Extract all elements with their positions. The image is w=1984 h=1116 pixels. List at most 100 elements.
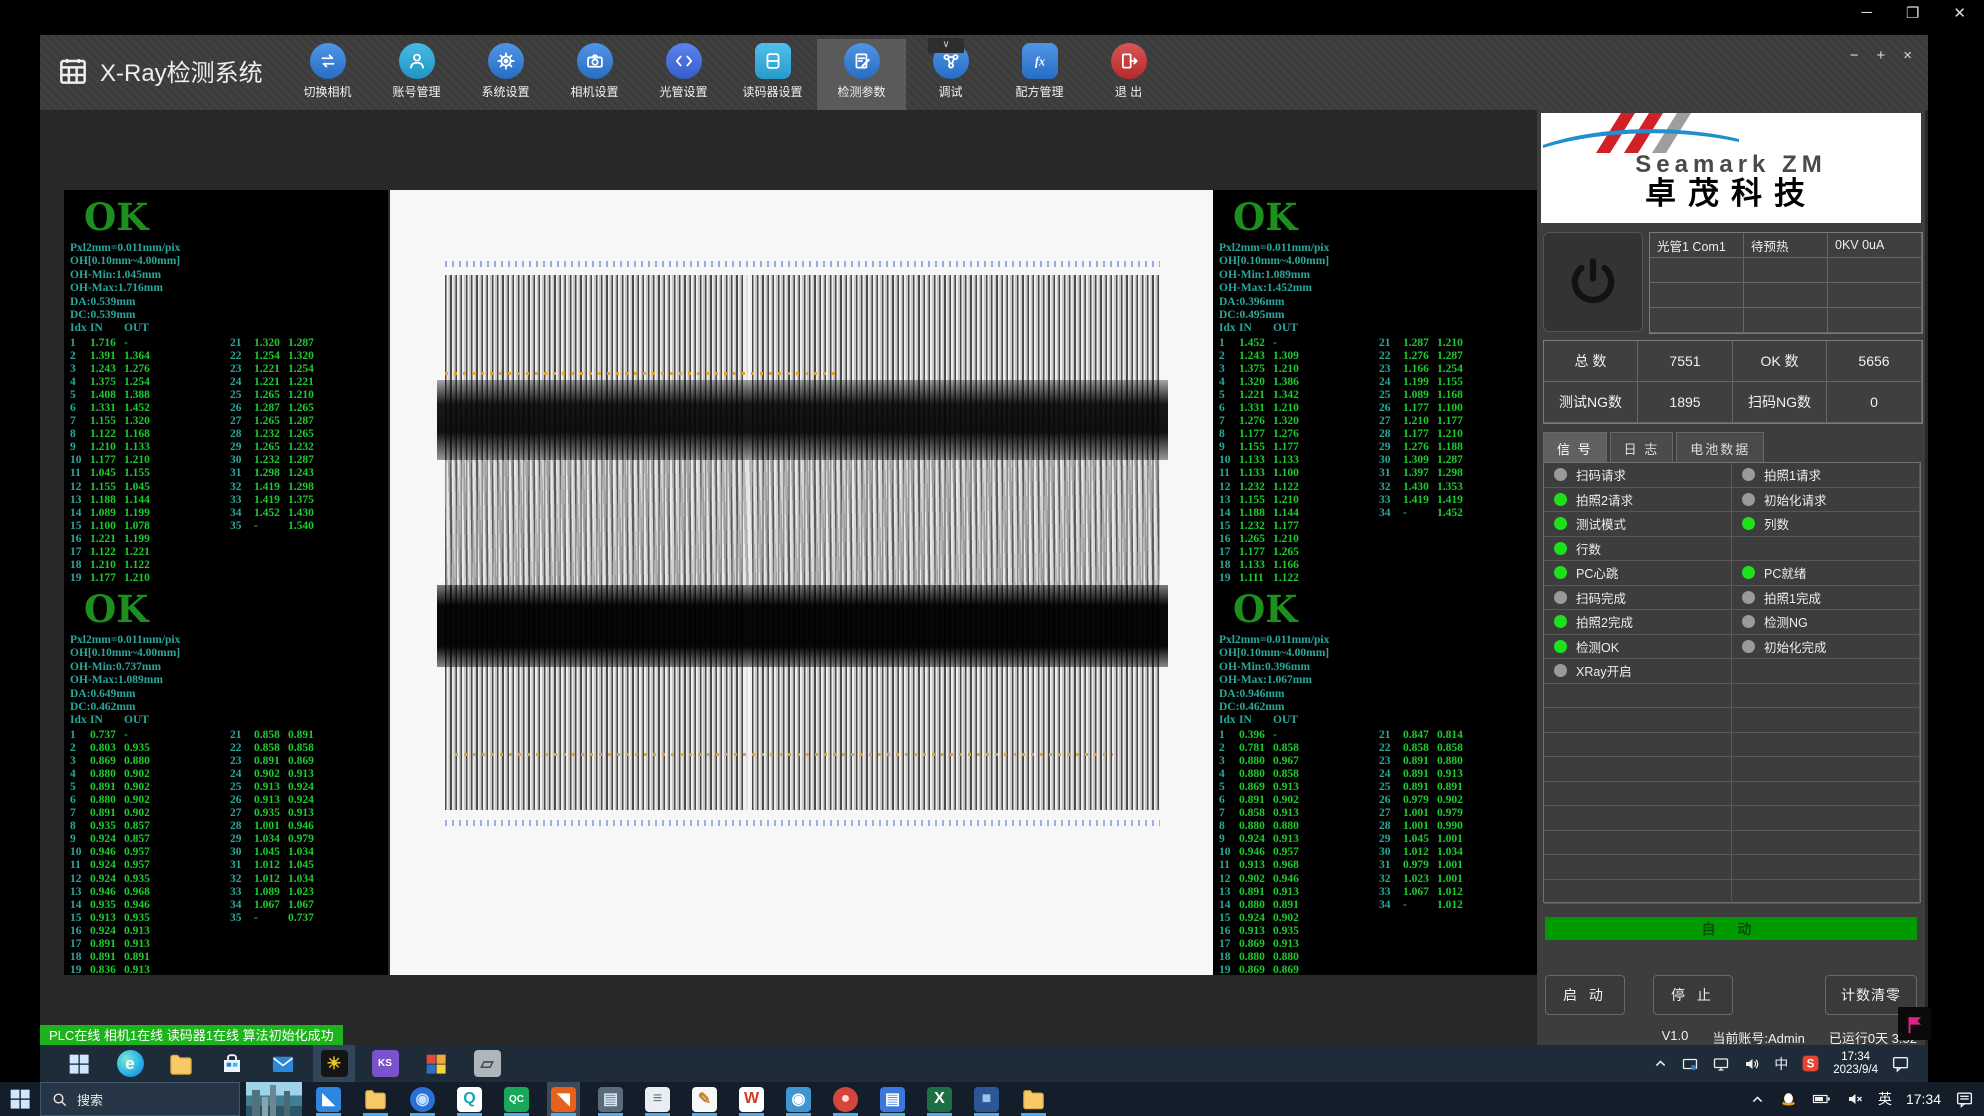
remote-screen: X-Ray检测系统 切换相机账号管理系统设置相机设置光管设置读码器设置检测参数调… [40, 35, 1928, 1082]
row-in-value: 0.902 [254, 768, 288, 781]
start-button[interactable] [58, 1045, 100, 1082]
pigeon-app-icon[interactable]: ◣ [312, 1082, 345, 1116]
tray-chevron-up-icon[interactable] [1653, 1056, 1668, 1071]
qq-icon[interactable] [1779, 1090, 1798, 1109]
excel-icon[interactable]: X [923, 1082, 956, 1116]
xray-power-button[interactable] [1543, 232, 1643, 332]
app-close-button[interactable]: × [1903, 47, 1912, 64]
auto-mode-banner: 自 动 [1545, 917, 1917, 940]
camera-icon [577, 43, 613, 79]
input-method-flag[interactable] [1898, 1007, 1931, 1040]
toolbar-item-tube-settings[interactable]: 光管设置 [639, 39, 728, 110]
tab-battery-data[interactable]: 电池数据 [1676, 432, 1764, 464]
news-weather-widget[interactable] [246, 1082, 302, 1116]
seamark-app-icon[interactable]: ◥ [547, 1082, 580, 1116]
toolbar-item-account[interactable]: 账号管理 [372, 39, 461, 110]
outer-minimize-button[interactable]: ─ [1861, 4, 1872, 22]
row-in-value: 1.243 [1239, 350, 1273, 363]
toolbar-item-recipe[interactable]: fx配方管理 [995, 39, 1084, 110]
viewer-eye-icon[interactable]: ◉ [782, 1082, 815, 1116]
outer-maximize-button[interactable]: ❐ [1906, 4, 1919, 22]
outer-clock-time[interactable]: 17:34 [1906, 1091, 1941, 1107]
measurement-row: 161.2651.210 [1219, 533, 1540, 546]
right-bottom-result-block: OKPxl2mm=0.011mm/pixOH[0.10mm~4.00mm]OH-… [1213, 582, 1540, 974]
row-in-value: 1.155 [1239, 441, 1273, 454]
signal-led [1742, 640, 1755, 653]
touch-keyboard-icon[interactable] [1681, 1055, 1699, 1073]
monitor-chart-icon[interactable]: ▤ [594, 1082, 627, 1116]
toolbar-item-label: 系统设置 [481, 83, 529, 100]
blue-ball-app-icon[interactable]: ◉ [406, 1082, 439, 1116]
battery-icon[interactable] [1812, 1090, 1832, 1108]
grinder-app-icon-glyph: ☀ [321, 1050, 348, 1077]
start-button[interactable]: 启 动 [1545, 975, 1625, 1015]
row-out-value: 0.913 [1273, 833, 1307, 846]
outer-close-button[interactable]: ✕ [1953, 4, 1966, 22]
viewer-app-icon[interactable]: ▱ [466, 1045, 508, 1082]
mail-icon[interactable] [262, 1045, 304, 1082]
row-in-value: 0.880 [90, 794, 124, 807]
row-out-value: 0.913 [288, 768, 322, 781]
tab-signal[interactable]: 信 号 [1543, 432, 1607, 464]
sogou-icon[interactable]: S [1801, 1054, 1820, 1073]
notepad-icon[interactable]: ≡ [641, 1082, 674, 1116]
ime-chinese-indicator[interactable]: 中 [1774, 1054, 1788, 1074]
outer-start-button[interactable] [8, 1087, 32, 1111]
xray-image-canvas[interactable] [390, 190, 1213, 975]
measurement-row: 150.9130.935 [70, 912, 388, 925]
toolbar-item-exit[interactable]: 退 出 [1084, 39, 1173, 110]
volume-icon[interactable] [1743, 1055, 1761, 1073]
tab-log[interactable]: 日 志 [1610, 432, 1674, 464]
blue-square-app-icon[interactable]: ■ [970, 1082, 1003, 1116]
toolbar-item-reader-settings[interactable]: 读码器设置 [728, 39, 817, 110]
ime-english-indicator[interactable]: 英 [1878, 1089, 1892, 1109]
stop-button[interactable]: 停 止 [1653, 975, 1733, 1015]
blue-ball-app-icon-glyph: ◉ [410, 1087, 435, 1112]
file-explorer-icon[interactable] [160, 1045, 202, 1082]
grinder-app-icon[interactable]: ☀ [313, 1045, 355, 1082]
measurement-row: 341.4521.430 [230, 507, 322, 520]
blue-square-app-icon-glyph: ■ [974, 1087, 999, 1112]
row-index: 35 [230, 912, 254, 925]
row-in-value: 1.452 [1239, 337, 1273, 350]
row-in-value: 0.924 [90, 925, 124, 938]
action-center-icon[interactable] [1891, 1054, 1910, 1073]
wps-writer-icon[interactable]: W [735, 1082, 768, 1116]
row-out-value: 1.320 [1273, 415, 1307, 428]
folder-icon[interactable] [359, 1082, 392, 1116]
outer-window-controls: ─ ❐ ✕ [1861, 4, 1966, 22]
toolbar-item-camera-settings[interactable]: 相机设置 [550, 39, 639, 110]
toolbar-dropdown-chevron[interactable]: ∨ [928, 38, 964, 53]
mute-icon[interactable] [1846, 1090, 1864, 1108]
logo-text-cn: 卓茂科技 [1541, 177, 1921, 211]
browser-ball-icon[interactable]: ● [829, 1082, 862, 1116]
stat-label: 测试NG数 [1544, 382, 1638, 423]
tray2-chevron-up-icon[interactable] [1750, 1092, 1765, 1107]
taskbar-search-box[interactable]: 搜索 [40, 1082, 240, 1116]
ks-office-icon[interactable]: KS [364, 1045, 406, 1082]
toolbar-item-inspect-params[interactable]: 检测参数 [817, 39, 906, 110]
edge-browser-icon[interactable]: e [109, 1045, 151, 1082]
signal-empty-cell [1544, 708, 1732, 733]
toolbar-item-switch-camera[interactable]: 切换相机 [283, 39, 372, 110]
quicker-app-icon[interactable]: Q [453, 1082, 486, 1116]
measurement-row: 101.1771.210 [70, 454, 388, 467]
display-icon[interactable] [1712, 1055, 1730, 1073]
row-index: 5 [1219, 781, 1239, 794]
notes-edit-icon[interactable]: ✎ [688, 1082, 721, 1116]
app-restore-button[interactable]: + [1876, 47, 1885, 64]
measurement-row: 231.1661.254 [1379, 363, 1471, 376]
qc-app-icon[interactable]: QC [500, 1082, 533, 1116]
inner-clock[interactable]: 17:34 2023/9/4 [1833, 1051, 1878, 1077]
doc-blue-icon[interactable]: ▤ [876, 1082, 909, 1116]
folder2-icon[interactable] [1017, 1082, 1050, 1116]
app-minimize-button[interactable]: − [1850, 47, 1859, 64]
rows-col-1-20: 10.737-20.8030.93530.8690.88040.8800.902… [70, 729, 388, 974]
tiles-app-icon[interactable] [415, 1045, 457, 1082]
notes-panel-icon[interactable] [1955, 1090, 1974, 1109]
ms-store-icon[interactable] [211, 1045, 253, 1082]
row-out-value: 0.935 [1273, 925, 1307, 938]
toolbar-item-system-settings[interactable]: 系统设置 [461, 39, 550, 110]
measurement-row: 71.1551.320 [70, 415, 388, 428]
result-ok-label: OK [1233, 588, 1540, 630]
